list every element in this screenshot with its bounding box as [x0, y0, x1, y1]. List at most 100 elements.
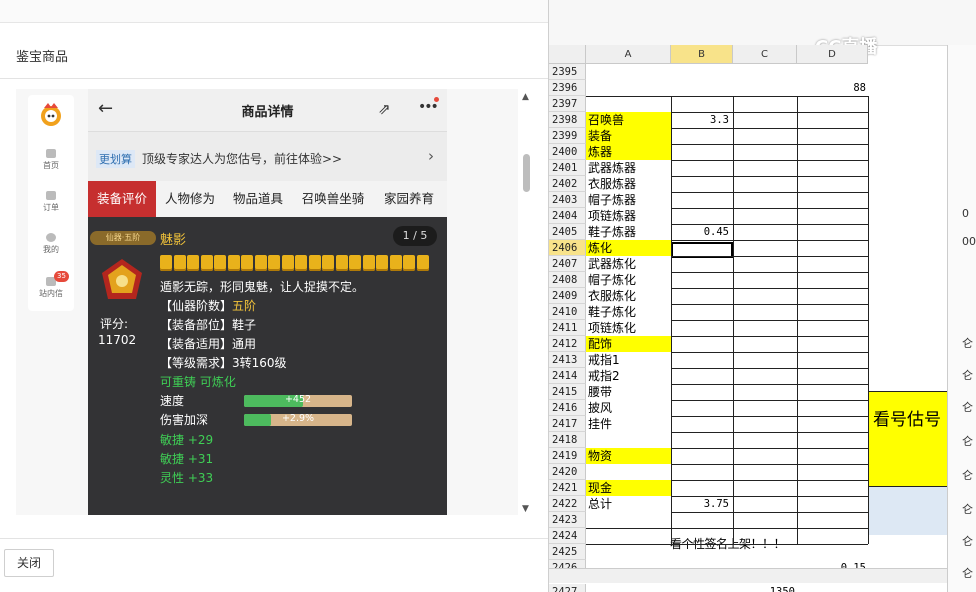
cell-d[interactable]	[797, 160, 866, 176]
row-number[interactable]: 2399	[549, 128, 586, 144]
row-number[interactable]: 2411	[549, 320, 586, 336]
cell-a[interactable]: 披风	[588, 400, 612, 416]
tab-equipment[interactable]: 装备评价	[88, 181, 156, 217]
cell-a[interactable]: 物资	[588, 448, 612, 464]
row-number[interactable]: 2423	[549, 512, 586, 528]
cell-d[interactable]	[797, 464, 866, 480]
row-number[interactable]: 2413	[549, 352, 586, 368]
row-number[interactable]: 2412	[549, 336, 586, 352]
cell-a[interactable]: 项链炼器	[588, 208, 636, 224]
row-number[interactable]: 2396	[549, 80, 586, 96]
expert-banner[interactable]: 更划算 顶级专家达人为您估号，前往体验>> ›	[88, 131, 447, 182]
column-header-b[interactable]: B	[671, 45, 733, 64]
cell-a[interactable]: 帽子炼器	[588, 192, 636, 208]
cell-d[interactable]	[797, 480, 866, 496]
row-number[interactable]: 2410	[549, 304, 586, 320]
cell-d[interactable]	[797, 352, 866, 368]
row-number[interactable]: 2402	[549, 176, 586, 192]
cell-b[interactable]	[671, 288, 729, 304]
cell-d[interactable]	[797, 176, 866, 192]
column-header-d[interactable]: D	[797, 45, 868, 64]
cell-b[interactable]	[671, 384, 729, 400]
cell-d[interactable]	[797, 320, 866, 336]
cell-a[interactable]: 鞋子炼器	[588, 224, 636, 240]
tab-home[interactable]: 家园养育	[376, 181, 442, 217]
cell-d[interactable]: 88	[797, 80, 866, 96]
cell-d[interactable]	[797, 256, 866, 272]
cell-a[interactable]: 装备	[588, 128, 612, 144]
close-button[interactable]: 关闭	[4, 549, 54, 577]
cell-b[interactable]	[671, 448, 729, 464]
cell-b[interactable]	[671, 128, 729, 144]
cell-d[interactable]	[797, 336, 866, 352]
cell-a[interactable]: 戒指1	[588, 352, 620, 368]
cell-d[interactable]	[797, 208, 866, 224]
cell-b[interactable]: 0.45	[671, 224, 729, 240]
cell-b[interactable]	[671, 304, 729, 320]
row-number[interactable]: 2420	[549, 464, 586, 480]
cell-d[interactable]	[797, 544, 866, 560]
row-number[interactable]: 2407	[549, 256, 586, 272]
row-number[interactable]: 2419	[549, 448, 586, 464]
cell-a[interactable]: 衣服炼器	[588, 176, 636, 192]
row-number[interactable]: 2397	[549, 96, 586, 112]
cell-d[interactable]	[797, 432, 866, 448]
cell-b[interactable]	[671, 160, 729, 176]
cell-d[interactable]	[797, 240, 866, 256]
cell-b[interactable]	[671, 192, 729, 208]
cell-d[interactable]	[797, 448, 866, 464]
row-number[interactable]: 2404	[549, 208, 586, 224]
cell-a[interactable]: 炼器	[588, 144, 612, 160]
row-number[interactable]: 2415	[549, 384, 586, 400]
scroll-thumb[interactable]	[523, 154, 530, 192]
cell-b[interactable]	[671, 464, 729, 480]
sidebar-item-messages[interactable]: 35 站内信	[28, 271, 74, 299]
dialog-scrollbar[interactable]: ▲ ▼	[520, 92, 534, 514]
row-number[interactable]: 2417	[549, 416, 586, 432]
cell-a[interactable]: 召唤兽	[588, 112, 624, 128]
cell-a[interactable]: 帽子炼化	[588, 272, 636, 288]
cell-d[interactable]	[797, 128, 866, 144]
cell-d[interactable]	[797, 416, 866, 432]
sheet-hscroll[interactable]	[549, 568, 947, 583]
cell-a[interactable]: 武器炼化	[588, 256, 636, 272]
cell-d[interactable]	[797, 192, 866, 208]
column-header-a[interactable]: A	[586, 45, 671, 64]
cell-b[interactable]	[671, 336, 729, 352]
sidebar-item-me[interactable]: 我的	[28, 233, 74, 255]
row-number[interactable]: 2400	[549, 144, 586, 160]
share-icon[interactable]: ⇗	[378, 100, 391, 118]
tab-pets-mounts[interactable]: 召唤兽坐骑	[294, 181, 372, 217]
row-number[interactable]: 2418	[549, 432, 586, 448]
cell-d[interactable]	[797, 224, 866, 240]
cell-b[interactable]	[671, 208, 729, 224]
row-number[interactable]: 2422	[549, 496, 586, 512]
cell-d[interactable]	[797, 144, 866, 160]
row-number[interactable]: 2414	[549, 368, 586, 384]
row-number[interactable]: 2403	[549, 192, 586, 208]
row-number[interactable]: 2427	[549, 584, 586, 592]
cell-d[interactable]	[797, 512, 866, 528]
corner-cell[interactable]	[549, 45, 586, 64]
cell-a[interactable]: 炼化	[588, 240, 612, 256]
cell-b[interactable]	[671, 400, 729, 416]
row-number[interactable]: 2416	[549, 400, 586, 416]
row-number[interactable]: 2398	[549, 112, 586, 128]
cell-d[interactable]	[797, 272, 866, 288]
row-number[interactable]: 2421	[549, 480, 586, 496]
cell-a[interactable]: 总计	[588, 496, 612, 512]
cell-b[interactable]	[671, 480, 729, 496]
cell-b[interactable]: 3.3	[671, 112, 729, 128]
cell-b[interactable]	[671, 432, 729, 448]
sidebar-item-orders[interactable]: 订单	[28, 191, 74, 213]
scroll-down-icon[interactable]: ▼	[522, 504, 529, 514]
cell-b[interactable]	[671, 416, 729, 432]
cell-b[interactable]	[671, 368, 729, 384]
cell-b[interactable]: 3.75	[671, 496, 729, 512]
cell-d[interactable]	[797, 64, 866, 80]
cell-b[interactable]	[671, 272, 729, 288]
cell-a[interactable]: 挂件	[588, 416, 612, 432]
row-number[interactable]: 2409	[549, 288, 586, 304]
tab-character[interactable]: 人物修为	[158, 181, 222, 217]
cell-b[interactable]	[671, 80, 729, 96]
